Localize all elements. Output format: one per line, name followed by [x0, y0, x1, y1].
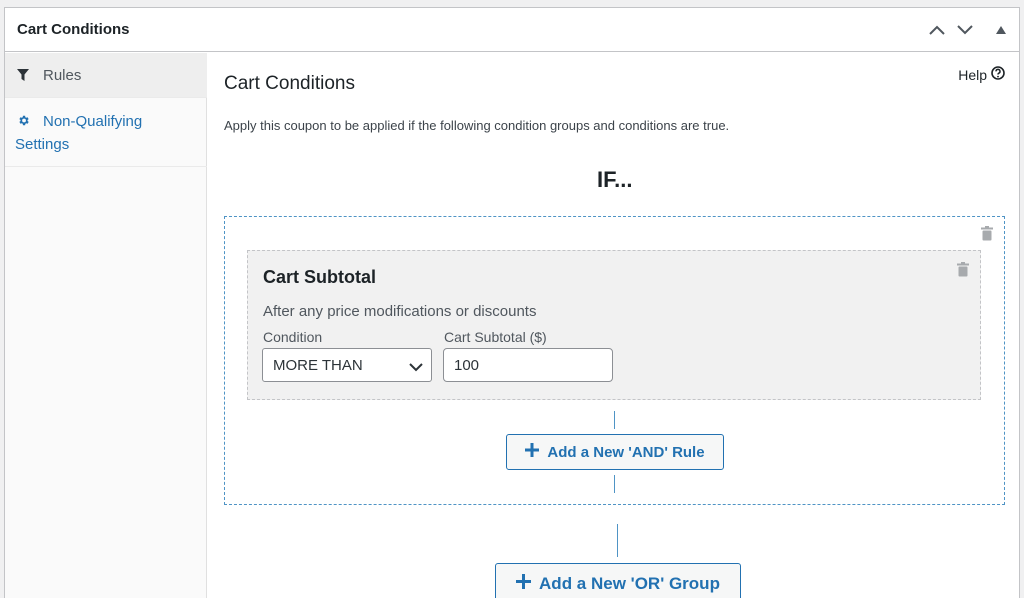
collapse-toggle-icon[interactable]	[991, 20, 1011, 40]
rule-title: Cart Subtotal	[263, 267, 377, 287]
help-label: Help	[958, 66, 987, 83]
add-or-group-label: Add a New 'OR' Group	[539, 574, 720, 593]
help-link[interactable]: Help	[958, 66, 1005, 83]
cart-subtotal-rule: Cart Subtotal After any price modificati…	[247, 250, 981, 400]
connector-line	[614, 475, 615, 493]
sidebar-item-label: Non-Qualifying Settings	[15, 113, 143, 153]
main-content: Cart Conditions Help Apply this coupon t…	[208, 53, 1019, 598]
sidebar: Rules Non-Qualifying Settings	[5, 53, 207, 598]
conditions-description: Apply this coupon to be applied if the f…	[224, 118, 730, 133]
plus-icon	[516, 574, 532, 594]
panel-title: Cart Conditions	[17, 21, 130, 38]
filter-icon	[17, 68, 29, 86]
move-down-icon[interactable]	[955, 20, 975, 40]
chevron-down-icon	[409, 359, 423, 377]
section-title: Cart Conditions	[224, 73, 355, 94]
add-and-rule-button[interactable]: Add a New 'AND' Rule	[506, 434, 724, 470]
connector-line	[614, 411, 615, 429]
add-and-rule-label: Add a New 'AND' Rule	[547, 443, 705, 461]
cart-subtotal-input[interactable]: 100	[443, 348, 613, 382]
cart-subtotal-value: 100	[454, 357, 480, 374]
if-label: IF...	[597, 167, 633, 192]
delete-group-trash-icon[interactable]	[981, 226, 993, 246]
condition-select-value: MORE THAN	[273, 357, 363, 374]
add-or-group-button[interactable]: Add a New 'OR' Group	[495, 563, 741, 598]
sidebar-item-non-qualifying-settings[interactable]: Non-Qualifying Settings	[5, 98, 207, 167]
cart-subtotal-label: Cart Subtotal ($)	[444, 329, 547, 345]
condition-select[interactable]: MORE THAN	[262, 348, 432, 382]
delete-rule-trash-icon[interactable]	[957, 262, 969, 282]
panel-header: Cart Conditions	[5, 8, 1019, 52]
move-up-icon[interactable]	[927, 20, 947, 40]
condition-label: Condition	[263, 329, 323, 345]
cart-conditions-panel: Cart Conditions Rules Non-Qualifying Set…	[4, 7, 1020, 598]
rule-description: After any price modifications or discoun…	[263, 303, 537, 320]
plus-icon	[525, 443, 540, 461]
connector-line	[617, 524, 618, 557]
sidebar-item-rules[interactable]: Rules	[5, 53, 207, 98]
question-circle-icon	[991, 66, 1005, 83]
sidebar-item-label: Rules	[43, 67, 82, 84]
condition-group: Cart Subtotal After any price modificati…	[224, 216, 1005, 505]
